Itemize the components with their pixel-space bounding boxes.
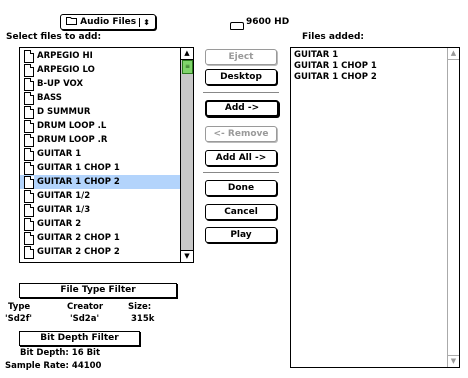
file-name: GUITAR 2 CHOP 1 [37,233,120,243]
bit-depth-filter-button[interactable]: Bit Depth Filter [19,331,140,346]
file-name: GUITAR 1 CHOP 2 [294,72,377,82]
document-icon [24,148,34,161]
bit-depth-info: Bit Depth: 16 Bit [20,348,101,358]
document-icon [24,120,34,133]
file-list-item[interactable]: DRUM LOOP .L [20,119,180,133]
scroll-down-button[interactable]: ▼ [181,250,193,262]
file-name: GUITAR 2 CHOP 2 [37,247,120,257]
file-list-item[interactable]: GUITAR 1 CHOP 1 [20,161,180,175]
file-list-item[interactable]: GUITAR 2 CHOP 2 [20,245,180,259]
file-list-item[interactable]: GUITAR 2 CHOP 1 [20,231,180,245]
file-list-item[interactable]: GUITAR 1/2 [20,189,180,203]
added-file-list[interactable]: GUITAR 1 GUITAR 1 CHOP 1 GUITAR 1 CHOP 2 ▲… [290,47,460,368]
file-list-item[interactable]: GUITAR 1/3 [20,203,180,217]
add-all-button[interactable]: Add All -> [205,150,277,166]
file-name: GUITAR 1 CHOP 1 [294,61,377,71]
remove-button[interactable]: <- Remove [205,126,277,142]
document-icon [24,50,34,63]
document-icon [24,106,34,119]
scroll-thumb[interactable]: ≡ [182,60,193,74]
creator-value: 'Sd2a' [70,314,100,324]
file-name: GUITAR 2 [37,219,82,229]
creator-label: Creator [67,302,104,312]
type-value: 'Sd2f' [5,314,33,324]
document-icon [24,204,34,217]
file-list-item[interactable]: ARPEGIO LO [20,63,180,77]
add-button[interactable]: Add -> [205,100,279,117]
file-list-item[interactable]: D SUMMUR [20,105,180,119]
document-icon [24,92,34,105]
scroll-up-button[interactable]: ▲ [448,48,459,60]
popup-arrows-icon: ⬍ [139,17,150,27]
file-list-item[interactable]: GUITAR 1 CHOP 2 [20,175,180,189]
eject-button[interactable]: Eject [205,49,277,65]
disk-name: 9600 HD [246,17,290,27]
document-icon [24,232,34,245]
type-label: Type [8,302,31,312]
document-icon [24,218,34,231]
added-list-scrollbar[interactable]: ▲ ▼ [447,48,459,367]
file-list-item[interactable]: DRUM LOOP .R [20,133,180,147]
file-name: ARPEGIO LO [37,65,95,75]
file-list-item[interactable]: GUITAR 1 [20,147,180,161]
done-button[interactable]: Done [205,180,277,196]
file-name: ARPEGIO HI [37,51,93,61]
desktop-button[interactable]: Desktop [205,69,277,85]
file-name: GUITAR 1/3 [37,205,91,215]
document-icon [24,190,34,203]
cancel-button[interactable]: Cancel [205,204,277,220]
file-list-item[interactable]: BASS [20,91,180,105]
document-icon [24,78,34,91]
file-name: BASS [37,93,62,103]
document-icon [24,134,34,147]
file-name: GUITAR 1 [294,50,339,60]
scroll-down-button[interactable]: ▼ [448,355,459,367]
file-name: D SUMMUR [37,107,91,117]
folder-popup-label: Audio Files [80,17,137,27]
hard-disk-icon [230,22,244,30]
document-icon [24,246,34,259]
file-name: GUITAR 1 [37,149,82,159]
file-name: DRUM LOOP .R [37,135,108,145]
source-list-scrollbar[interactable]: ▲ ≡ ▼ [180,48,193,262]
sample-rate-info: Sample Rate: 44100 [5,361,102,371]
file-list-item[interactable]: ARPEGIO HI [20,49,180,63]
select-files-heading: Select files to add: [6,32,102,42]
file-list-item[interactable]: GUITAR 2 [20,217,180,231]
button-divider [203,172,279,173]
files-added-heading: Files added: [302,32,365,42]
button-divider [203,92,279,93]
file-name: GUITAR 1/2 [37,191,91,201]
file-name: GUITAR 1 CHOP 2 [37,177,120,187]
document-icon [24,162,34,175]
file-type-filter-button[interactable]: File Type Filter [19,283,177,298]
document-icon [24,176,34,189]
file-name: DRUM LOOP .L [37,121,107,131]
file-list-item[interactable]: B-UP VOX [20,77,180,91]
play-button[interactable]: Play [205,227,277,243]
file-name: GUITAR 1 CHOP 1 [37,163,120,173]
folder-icon [66,16,78,28]
source-file-list[interactable]: ARPEGIO HI ARPEGIO LO B-UP VOX BASS D SUMMUR… [19,47,194,263]
size-value: 315k [131,314,155,324]
folder-popup[interactable]: Audio Files ⬍ [60,14,156,30]
document-icon [24,64,34,77]
scroll-up-button[interactable]: ▲ [181,48,193,60]
file-name: B-UP VOX [37,79,84,89]
size-label: Size: [128,302,152,312]
